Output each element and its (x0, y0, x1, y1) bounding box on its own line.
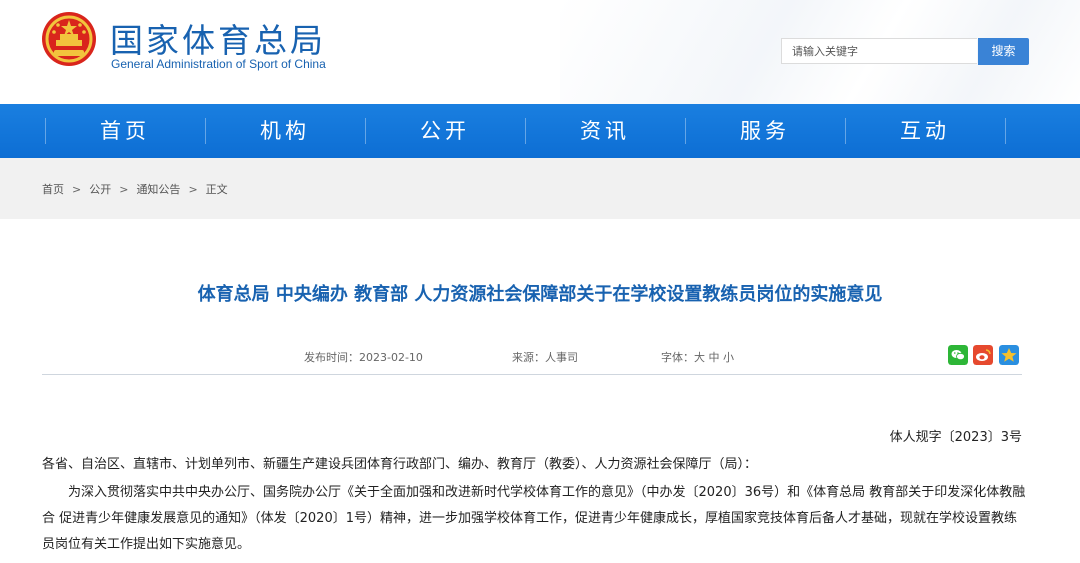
breadcrumb-separator: > (188, 183, 198, 196)
site-header: 国家体育总局 General Administration of Sport o… (0, 0, 1080, 104)
article-paragraph: 为深入贯彻落实中共中央办公厅、国务院办公厅《关于全面加强和改进新时代学校体育工作… (42, 485, 1026, 552)
national-emblem-icon[interactable] (40, 10, 98, 68)
article-title: 体育总局 中央编办 教育部 人力资源社会保障部关于在学校设置教练员岗位的实施意见 (197, 284, 883, 305)
weibo-icon[interactable] (973, 345, 993, 365)
meta-divider (42, 374, 1022, 375)
nav-separator (1005, 118, 1006, 144)
font-size-switcher[interactable]: 字体：大 中 小 (661, 349, 734, 365)
breadcrumb-public[interactable]: 公开 (89, 183, 111, 196)
site-title[interactable]: 国家体育总局 (110, 14, 326, 62)
nav-item-home[interactable]: 首页 (45, 104, 205, 158)
document-number: 体人规字〔2023〕3号 (889, 430, 1022, 445)
nav-item-interaction[interactable]: 互动 (845, 104, 1005, 158)
qzone-icon[interactable] (999, 345, 1019, 365)
wechat-icon[interactable] (948, 345, 968, 365)
breadcrumb-separator: > (119, 183, 129, 196)
search-button[interactable]: 搜索 (978, 38, 1029, 65)
search-box (781, 38, 977, 64)
nav-item-organization[interactable]: 机构 (205, 104, 365, 158)
site-subtitle: General Administration of Sport of China (111, 57, 326, 71)
breadcrumb-home[interactable]: 首页 (42, 183, 64, 196)
breadcrumb: 首页 > 公开 > 通知公告 > 正文 (42, 181, 228, 197)
nav-item-services[interactable]: 服务 (685, 104, 845, 158)
breadcrumb-current: 正文 (205, 183, 228, 196)
search-input[interactable] (782, 39, 972, 63)
nav-item-public[interactable]: 公开 (365, 104, 525, 158)
article-source: 来源：人事司 (512, 351, 578, 364)
publish-time: 发布时间：2023-02-10 (304, 351, 423, 364)
addressee: 各省、自治区、直辖市、计划单列市、新疆生产建设兵团体育行政部门、编办、教育厅（教… (42, 457, 758, 472)
breadcrumb-separator: > (72, 183, 82, 196)
nav-item-news[interactable]: 资讯 (525, 104, 685, 158)
breadcrumb-notices[interactable]: 通知公告 (136, 183, 180, 196)
main-nav: 首页 机构 公开 资讯 服务 互动 (0, 104, 1080, 158)
breadcrumb-bar: 首页 > 公开 > 通知公告 > 正文 (0, 158, 1080, 219)
